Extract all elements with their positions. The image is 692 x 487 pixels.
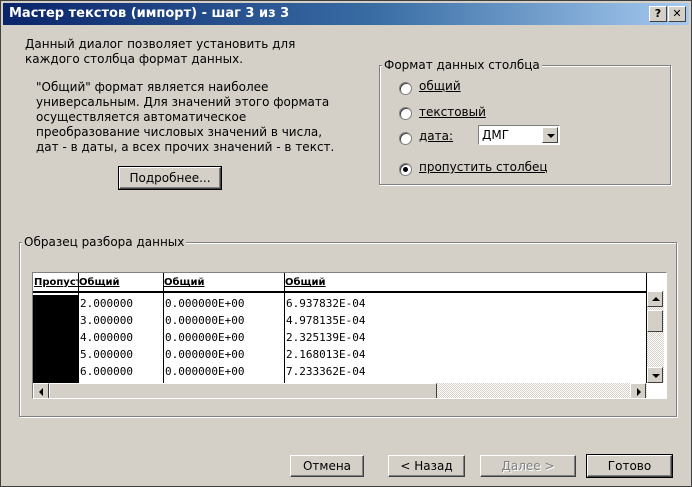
radio-date-label[interactable]: дата: xyxy=(419,129,453,144)
radio-general-label[interactable]: общий xyxy=(419,79,461,94)
title-bar[interactable]: Мастер текстов (импорт) - шаг 3 из 3 ? ✕ xyxy=(3,3,689,25)
general-info-line-1: "Общий" формат является наиболее xyxy=(36,80,269,94)
table-cell: 6.937832E-04 xyxy=(286,297,366,310)
cancel-button[interactable]: Отмена xyxy=(290,455,364,477)
table-cell: 0.000000E+00 xyxy=(165,331,245,344)
finish-button[interactable]: Готово xyxy=(586,454,673,478)
column-header-4[interactable]: Общий xyxy=(284,273,647,293)
radio-skip-column[interactable] xyxy=(399,163,412,176)
table-cell: 4.978135E-04 xyxy=(286,314,366,327)
general-info-line-5: дат - в даты, а всех прочих значений - в… xyxy=(36,140,335,154)
table-cell: 2.000000 xyxy=(80,297,133,310)
table-cell: 0.000000E+00 xyxy=(165,297,245,310)
finish-button-label: Готово xyxy=(607,459,652,473)
table-cell: 3.000000 xyxy=(80,314,133,327)
next-button[interactable]: Далее > xyxy=(480,455,576,477)
table-cell: 2.168013E-04 xyxy=(286,348,366,361)
radio-text[interactable] xyxy=(399,107,412,120)
general-info-line-4: преобразование числовых значений в числа… xyxy=(36,125,323,139)
intro-line-1: Данный диалог позволяет установить для xyxy=(25,37,296,51)
text-import-wizard-dialog: Мастер текстов (импорт) - шаг 3 из 3 ? ✕… xyxy=(0,0,692,487)
scroll-down-button[interactable] xyxy=(647,367,663,383)
next-button-label: Далее > xyxy=(501,459,555,473)
table-cell: 2.325139E-04 xyxy=(286,331,366,344)
scroll-up-button[interactable] xyxy=(647,291,663,307)
table-cell: 0.000000E+00 xyxy=(165,314,245,327)
vertical-scroll-thumb[interactable] xyxy=(647,310,663,332)
general-info-line-3: осуществляется автоматическое xyxy=(36,110,247,124)
back-button-label: < Назад xyxy=(400,459,453,473)
column-header-1[interactable]: Пропустить xyxy=(33,273,78,293)
table-cell: 5.000000 xyxy=(80,348,133,361)
arrow-right-icon xyxy=(637,388,641,396)
general-info-line-2: универсальным. Для значений этого формат… xyxy=(36,95,330,109)
radio-text-label[interactable]: текстовый xyxy=(419,105,486,120)
close-button[interactable]: ✕ xyxy=(668,6,686,22)
table-cell: 4.000000 xyxy=(80,331,133,344)
date-format-dropdown-button[interactable] xyxy=(542,127,558,143)
help-button[interactable]: ? xyxy=(649,6,667,22)
cancel-button-label: Отмена xyxy=(302,459,352,473)
chevron-down-icon xyxy=(547,134,555,138)
dialog-title: Мастер текстов (импорт) - шаг 3 из 3 xyxy=(9,6,290,21)
date-format-value: ДМГ xyxy=(482,128,510,142)
data-preview-grid[interactable]: Пропустить Общий Общий Общий 2.000000 0.… xyxy=(32,272,667,399)
column-header-3[interactable]: Общий xyxy=(163,273,284,293)
horizontal-scroll-thumb[interactable] xyxy=(49,383,437,398)
scroll-left-button[interactable] xyxy=(33,383,49,398)
intro-line-2: каждого столбца формат данных. xyxy=(25,52,244,66)
table-cell: 7.233362E-04 xyxy=(286,365,366,378)
table-cell: 6.000000 xyxy=(80,365,133,378)
date-format-select[interactable]: ДМГ xyxy=(478,125,560,145)
details-button[interactable]: Подробнее... xyxy=(118,166,222,190)
back-button[interactable]: < Назад xyxy=(388,455,465,477)
radio-date[interactable] xyxy=(399,132,412,145)
column-format-legend: Формат данных столбца xyxy=(382,58,542,72)
arrow-left-icon xyxy=(39,388,43,396)
table-cell: 0.000000E+00 xyxy=(165,348,245,361)
radio-general[interactable] xyxy=(399,82,412,95)
data-preview-legend: Образец разбора данных xyxy=(22,235,187,249)
arrow-down-icon xyxy=(652,374,660,378)
column-header-2[interactable]: Общий xyxy=(78,273,163,293)
details-button-label: Подробнее... xyxy=(129,171,211,185)
scroll-right-button[interactable] xyxy=(630,383,646,398)
radio-skip-column-label[interactable]: пропустить столбец xyxy=(419,160,548,175)
table-cell: 0.000000E+00 xyxy=(165,365,245,378)
arrow-up-icon xyxy=(652,297,660,301)
